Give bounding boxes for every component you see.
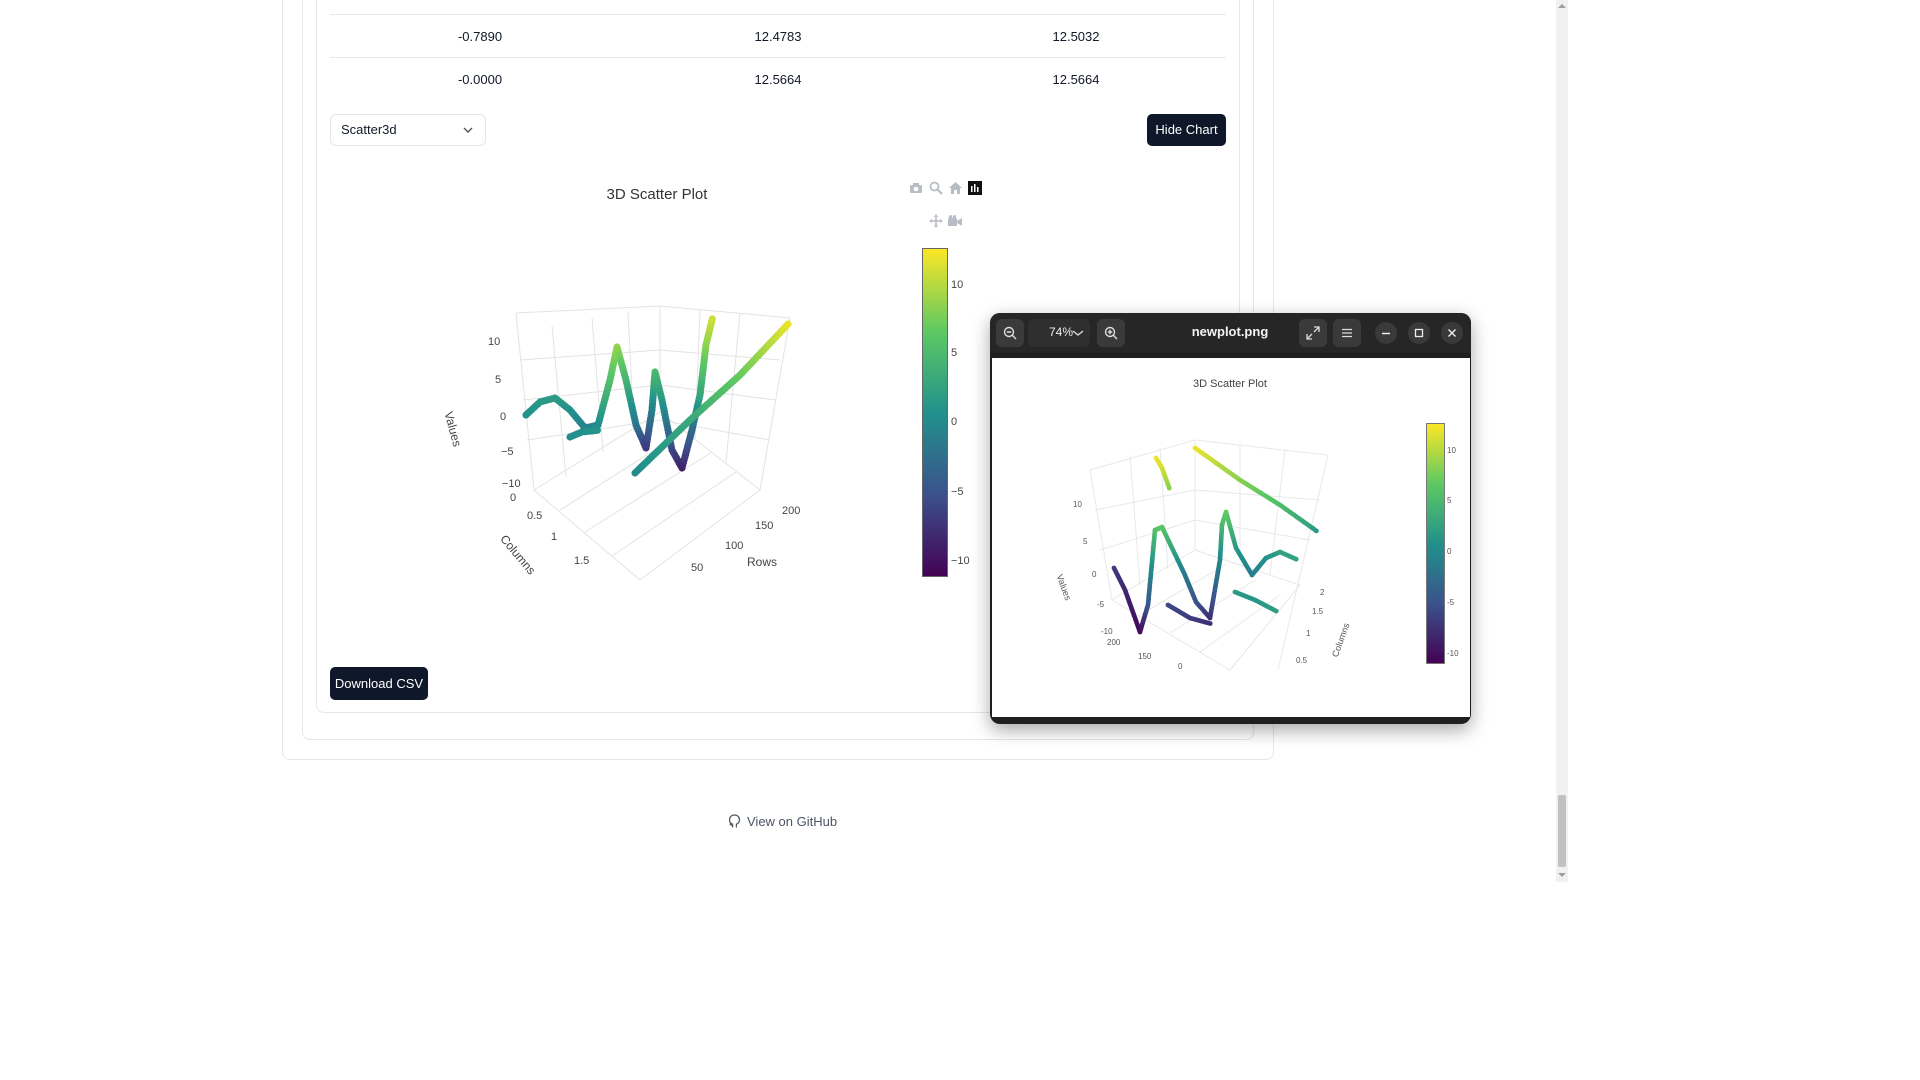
scatter-point [1293, 556, 1299, 562]
table-cell: -0.0000 [457, 72, 503, 87]
image-colorbar-tick: -5 [1447, 598, 1455, 607]
image-chart-points [1111, 445, 1319, 635]
minimize-icon [1382, 332, 1390, 335]
y-tick-label: 1 [551, 531, 558, 543]
colorbar-tick: 0 [951, 416, 958, 428]
bar-chart-icon[interactable] [968, 181, 982, 195]
image-z-tick: 5 [1083, 537, 1088, 546]
scroll-down-icon[interactable] [1557, 871, 1567, 879]
zoom-level-label: 74% [1049, 325, 1074, 339]
close-icon [1448, 329, 1456, 337]
zoom-out-button[interactable] [996, 319, 1024, 347]
image-z-tick: 10 [1073, 500, 1082, 509]
viewer-file-name: newplot.png [1191, 324, 1269, 339]
scatter-point [1273, 608, 1279, 614]
scrollbar-thumb[interactable] [1558, 795, 1566, 867]
colorbar-tick: 5 [951, 347, 958, 359]
z-tick-label: 0 [500, 411, 507, 423]
image-x-tick: 200 [1107, 638, 1121, 647]
y-tick-label: 0.5 [527, 510, 543, 522]
github-icon [728, 814, 741, 828]
fullscreen-icon [1306, 326, 1320, 340]
z-tick-label: −10 [502, 478, 521, 490]
image-colorbar-tick: -10 [1447, 649, 1459, 658]
scatter-point [1207, 621, 1213, 626]
table-cell: 12.5664 [1052, 72, 1100, 87]
table-cell: 12.4783 [754, 29, 802, 44]
scroll-up-icon[interactable] [1557, 2, 1567, 10]
table-row: -0.7890 12.4783 12.5032 [330, 14, 1226, 58]
table-cell: -0.7890 [457, 29, 503, 44]
table-cell: 12.5664 [754, 72, 802, 87]
scatter-point [593, 426, 602, 434]
image-colorbar-tick: 10 [1447, 446, 1456, 455]
image-chart-title: 3D Scatter Plot [1193, 378, 1267, 390]
image-y-tick: 1 [1306, 629, 1311, 638]
image-y-tick: 2 [1320, 588, 1325, 597]
image-x-tick: 0 [1178, 662, 1183, 671]
hide-chart-button[interactable]: Hide Chart [1147, 114, 1226, 146]
zoom-in-button[interactable] [1097, 319, 1125, 347]
scatter-point [708, 315, 716, 323]
maximize-button[interactable] [1408, 322, 1430, 344]
scatter-point [1166, 485, 1172, 491]
z-tick-label: 10 [488, 336, 501, 348]
colorbar-tick: −5 [951, 486, 964, 498]
image-colorbar-tick: 0 [1447, 547, 1452, 556]
zoom-out-icon [1003, 326, 1017, 340]
fullscreen-button[interactable] [1299, 319, 1327, 347]
z-tick-label: 5 [495, 374, 502, 386]
image-y-tick: 0.5 [1296, 656, 1308, 665]
download-csv-button[interactable]: Download CSV [330, 667, 428, 700]
image-chart-plot [1089, 439, 1329, 671]
camera-icon[interactable] [909, 182, 923, 194]
github-link[interactable]: View on GitHub [728, 814, 837, 829]
chevron-down-icon [463, 127, 473, 133]
x-axis-label: Rows [747, 555, 778, 569]
scatter-point [784, 320, 792, 328]
github-link-label: View on GitHub [747, 814, 838, 829]
image-z-tick: 0 [1092, 570, 1097, 579]
minimize-button[interactable] [1375, 322, 1397, 344]
zoom-icon[interactable] [929, 181, 943, 195]
x-tick-label: 150 [755, 520, 774, 532]
z-tick-label: −5 [501, 446, 514, 458]
image-colorbar-tick: 5 [1447, 496, 1452, 505]
chevron-down-icon [1072, 330, 1084, 336]
image-colorbar [1426, 423, 1445, 664]
orbit-camera-icon[interactable] [948, 215, 962, 227]
image-x-tick: 150 [1138, 652, 1152, 661]
y-tick-label: 1.5 [574, 555, 590, 567]
chart-title: 3D Scatter Plot [606, 186, 708, 203]
scrollbar-track[interactable] [1556, 0, 1568, 882]
chart-type-select[interactable]: Scatter3d [330, 114, 486, 146]
x-tick-label: 100 [725, 540, 744, 552]
image-y-tick: 1.5 [1312, 607, 1324, 616]
table-row: -0.0000 12.5664 12.5664 [330, 57, 1226, 101]
colorbar [922, 248, 948, 577]
colorbar-tick: 10 [951, 279, 964, 291]
menu-button[interactable] [1333, 319, 1361, 347]
pan-icon[interactable] [929, 214, 943, 228]
table-cell: 12.5032 [1052, 29, 1100, 44]
menu-icon [1342, 328, 1352, 338]
maximize-icon [1414, 328, 1424, 338]
colorbar-tick: −10 [951, 555, 970, 567]
x-tick-label: 50 [691, 562, 704, 574]
image-z-tick: -10 [1101, 627, 1113, 636]
zoom-in-icon [1104, 326, 1118, 340]
chart-type-value: Scatter3d [341, 122, 397, 137]
scatter-point [1314, 528, 1319, 534]
x-tick-label: 200 [782, 505, 801, 517]
y-tick-label: 0 [510, 492, 517, 504]
close-button[interactable] [1441, 322, 1463, 344]
image-z-tick: -5 [1097, 600, 1105, 609]
home-icon[interactable] [949, 182, 962, 194]
